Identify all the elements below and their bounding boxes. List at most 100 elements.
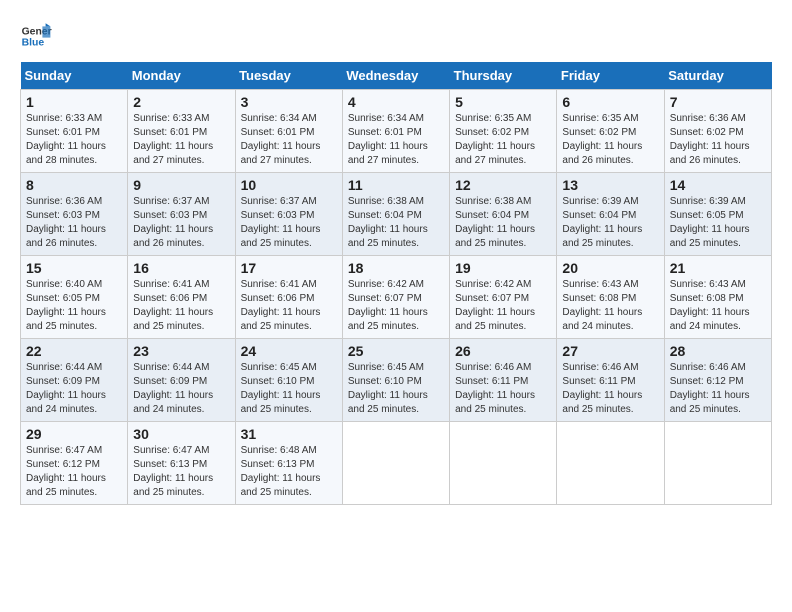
- day-info: Sunrise: 6:41 AM Sunset: 6:06 PM Dayligh…: [133, 278, 229, 334]
- day-header: Wednesday: [342, 62, 449, 90]
- day-number: 23: [133, 343, 229, 359]
- day-number: 13: [562, 177, 658, 193]
- day-info: Sunrise: 6:37 AM Sunset: 6:03 PM Dayligh…: [133, 195, 229, 251]
- day-number: 15: [26, 260, 122, 276]
- day-header: Friday: [557, 62, 664, 90]
- calendar-cell: 22 Sunrise: 6:44 AM Sunset: 6:09 PM Dayli…: [21, 339, 128, 422]
- day-info: Sunrise: 6:45 AM Sunset: 6:10 PM Dayligh…: [241, 361, 337, 417]
- calendar-cell: 21Sunrise: 6:43 AM Sunset: 6:08 PM Dayli…: [664, 256, 771, 339]
- calendar-week-row: 8 Sunrise: 6:36 AM Sunset: 6:03 PM Daylig…: [21, 173, 772, 256]
- day-number: 24: [241, 343, 337, 359]
- day-number: 16: [133, 260, 229, 276]
- day-number: 21: [670, 260, 766, 276]
- calendar-cell: 24 Sunrise: 6:45 AM Sunset: 6:10 PM Dayli…: [235, 339, 342, 422]
- day-info: Sunrise: 6:38 AM Sunset: 6:04 PM Dayligh…: [348, 195, 444, 251]
- calendar-cell: 17 Sunrise: 6:41 AM Sunset: 6:06 PM Dayli…: [235, 256, 342, 339]
- page-header: General Blue: [20, 20, 772, 52]
- calendar-week-row: 1 Sunrise: 6:33 AM Sunset: 6:01 PM Daylig…: [21, 90, 772, 173]
- calendar-cell: 31Sunrise: 6:48 AM Sunset: 6:13 PM Dayli…: [235, 422, 342, 505]
- calendar-week-row: 22 Sunrise: 6:44 AM Sunset: 6:09 PM Dayli…: [21, 339, 772, 422]
- calendar-cell: 28 Sunrise: 6:46 AM Sunset: 6:12 PM Dayli…: [664, 339, 771, 422]
- calendar-cell: 12 Sunrise: 6:38 AM Sunset: 6:04 PM Dayli…: [450, 173, 557, 256]
- day-number: 28: [670, 343, 766, 359]
- calendar-cell: 14Sunrise: 6:39 AM Sunset: 6:05 PM Dayli…: [664, 173, 771, 256]
- header-row: SundayMondayTuesdayWednesdayThursdayFrid…: [21, 62, 772, 90]
- calendar-cell: 3 Sunrise: 6:34 AM Sunset: 6:01 PM Daylig…: [235, 90, 342, 173]
- day-number: 29: [26, 426, 122, 442]
- logo-icon: General Blue: [20, 20, 52, 52]
- calendar-cell: [557, 422, 664, 505]
- day-info: Sunrise: 6:38 AM Sunset: 6:04 PM Dayligh…: [455, 195, 551, 251]
- day-info: Sunrise: 6:33 AM Sunset: 6:01 PM Dayligh…: [26, 112, 122, 168]
- day-info: Sunrise: 6:44 AM Sunset: 6:09 PM Dayligh…: [133, 361, 229, 417]
- calendar-table: SundayMondayTuesdayWednesdayThursdayFrid…: [20, 62, 772, 505]
- day-info: Sunrise: 6:34 AM Sunset: 6:01 PM Dayligh…: [241, 112, 337, 168]
- day-number: 7: [670, 94, 766, 110]
- day-info: Sunrise: 6:39 AM Sunset: 6:04 PM Dayligh…: [562, 195, 658, 251]
- day-number: 11: [348, 177, 444, 193]
- calendar-cell: 5 Sunrise: 6:35 AM Sunset: 6:02 PM Daylig…: [450, 90, 557, 173]
- day-number: 30: [133, 426, 229, 442]
- calendar-week-row: 29Sunrise: 6:47 AM Sunset: 6:12 PM Dayli…: [21, 422, 772, 505]
- calendar-cell: 20 Sunrise: 6:43 AM Sunset: 6:08 PM Dayli…: [557, 256, 664, 339]
- day-number: 12: [455, 177, 551, 193]
- day-info: Sunrise: 6:37 AM Sunset: 6:03 PM Dayligh…: [241, 195, 337, 251]
- day-info: Sunrise: 6:45 AM Sunset: 6:10 PM Dayligh…: [348, 361, 444, 417]
- day-info: Sunrise: 6:36 AM Sunset: 6:03 PM Dayligh…: [26, 195, 122, 251]
- day-number: 14: [670, 177, 766, 193]
- calendar-cell: 29Sunrise: 6:47 AM Sunset: 6:12 PM Dayli…: [21, 422, 128, 505]
- day-info: Sunrise: 6:47 AM Sunset: 6:13 PM Dayligh…: [133, 444, 229, 500]
- day-info: Sunrise: 6:40 AM Sunset: 6:05 PM Dayligh…: [26, 278, 122, 334]
- day-number: 2: [133, 94, 229, 110]
- day-number: 17: [241, 260, 337, 276]
- calendar-cell: 10Sunrise: 6:37 AM Sunset: 6:03 PM Dayli…: [235, 173, 342, 256]
- day-number: 25: [348, 343, 444, 359]
- day-info: Sunrise: 6:42 AM Sunset: 6:07 PM Dayligh…: [348, 278, 444, 334]
- svg-text:Blue: Blue: [22, 38, 45, 49]
- calendar-cell: 27 Sunrise: 6:46 AM Sunset: 6:11 PM Dayli…: [557, 339, 664, 422]
- calendar-cell: 16 Sunrise: 6:41 AM Sunset: 6:06 PM Dayli…: [128, 256, 235, 339]
- day-number: 27: [562, 343, 658, 359]
- day-number: 5: [455, 94, 551, 110]
- calendar-week-row: 15 Sunrise: 6:40 AM Sunset: 6:05 PM Dayli…: [21, 256, 772, 339]
- day-header: Sunday: [21, 62, 128, 90]
- calendar-cell: 6 Sunrise: 6:35 AM Sunset: 6:02 PM Daylig…: [557, 90, 664, 173]
- day-number: 18: [348, 260, 444, 276]
- day-info: Sunrise: 6:46 AM Sunset: 6:11 PM Dayligh…: [455, 361, 551, 417]
- day-info: Sunrise: 6:46 AM Sunset: 6:11 PM Dayligh…: [562, 361, 658, 417]
- day-info: Sunrise: 6:46 AM Sunset: 6:12 PM Dayligh…: [670, 361, 766, 417]
- calendar-cell: [664, 422, 771, 505]
- day-number: 26: [455, 343, 551, 359]
- day-info: Sunrise: 6:43 AM Sunset: 6:08 PM Dayligh…: [562, 278, 658, 334]
- calendar-cell: 11 Sunrise: 6:38 AM Sunset: 6:04 PM Dayli…: [342, 173, 449, 256]
- calendar-cell: 18 Sunrise: 6:42 AM Sunset: 6:07 PM Dayli…: [342, 256, 449, 339]
- day-number: 20: [562, 260, 658, 276]
- day-header: Saturday: [664, 62, 771, 90]
- day-number: 6: [562, 94, 658, 110]
- day-info: Sunrise: 6:41 AM Sunset: 6:06 PM Dayligh…: [241, 278, 337, 334]
- calendar-cell: 7Sunrise: 6:36 AM Sunset: 6:02 PM Daylig…: [664, 90, 771, 173]
- day-info: Sunrise: 6:44 AM Sunset: 6:09 PM Dayligh…: [26, 361, 122, 417]
- day-info: Sunrise: 6:42 AM Sunset: 6:07 PM Dayligh…: [455, 278, 551, 334]
- day-info: Sunrise: 6:33 AM Sunset: 6:01 PM Dayligh…: [133, 112, 229, 168]
- day-info: Sunrise: 6:34 AM Sunset: 6:01 PM Dayligh…: [348, 112, 444, 168]
- day-info: Sunrise: 6:35 AM Sunset: 6:02 PM Dayligh…: [455, 112, 551, 168]
- day-info: Sunrise: 6:35 AM Sunset: 6:02 PM Dayligh…: [562, 112, 658, 168]
- day-number: 9: [133, 177, 229, 193]
- calendar-cell: 8 Sunrise: 6:36 AM Sunset: 6:03 PM Daylig…: [21, 173, 128, 256]
- day-header: Thursday: [450, 62, 557, 90]
- day-number: 22: [26, 343, 122, 359]
- day-header: Tuesday: [235, 62, 342, 90]
- calendar-cell: 30 Sunrise: 6:47 AM Sunset: 6:13 PM Dayli…: [128, 422, 235, 505]
- calendar-cell: 26 Sunrise: 6:46 AM Sunset: 6:11 PM Dayli…: [450, 339, 557, 422]
- calendar-cell: [342, 422, 449, 505]
- day-number: 3: [241, 94, 337, 110]
- calendar-cell: [450, 422, 557, 505]
- logo: General Blue: [20, 20, 52, 52]
- day-number: 8: [26, 177, 122, 193]
- calendar-cell: 1 Sunrise: 6:33 AM Sunset: 6:01 PM Daylig…: [21, 90, 128, 173]
- calendar-cell: 23 Sunrise: 6:44 AM Sunset: 6:09 PM Dayli…: [128, 339, 235, 422]
- calendar-cell: 25 Sunrise: 6:45 AM Sunset: 6:10 PM Dayli…: [342, 339, 449, 422]
- day-number: 1: [26, 94, 122, 110]
- calendar-cell: 9 Sunrise: 6:37 AM Sunset: 6:03 PM Daylig…: [128, 173, 235, 256]
